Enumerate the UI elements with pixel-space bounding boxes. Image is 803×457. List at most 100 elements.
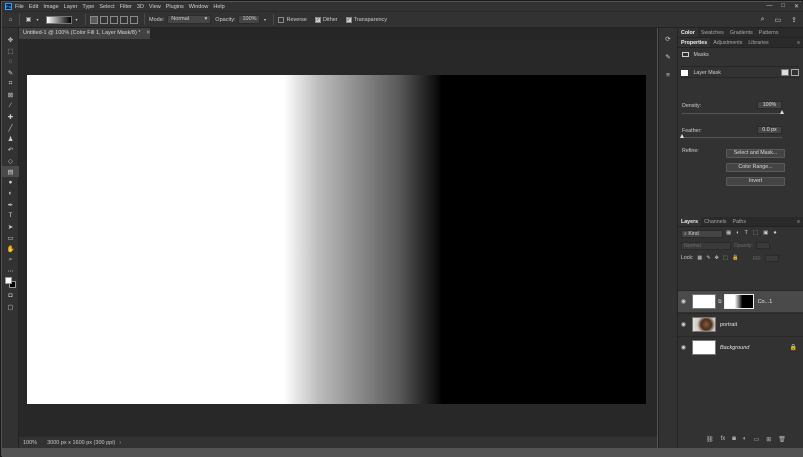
quick-select-tool-icon[interactable]: ✎ — [2, 67, 19, 78]
opacity-input[interactable]: 100% — [238, 15, 261, 24]
adjustment-filter-icon[interactable]: ◐ — [736, 230, 739, 236]
feather-slider-track[interactable] — [682, 137, 782, 138]
pixel-mask-button[interactable] — [781, 69, 789, 76]
clone-stamp-tool-icon[interactable]: ♟ — [2, 133, 19, 144]
blur-tool-icon[interactable]: ● — [2, 177, 19, 188]
menu-type[interactable]: Type — [82, 4, 94, 10]
diamond-gradient-button[interactable] — [130, 15, 138, 24]
pixel-filter-icon[interactable]: ▦ — [726, 230, 731, 236]
vector-mask-button[interactable] — [791, 69, 799, 76]
home-icon[interactable]: ⌂ — [6, 15, 15, 24]
visibility-eye-icon[interactable]: ◉ — [678, 344, 689, 351]
feather-input[interactable]: 0.0 px — [757, 126, 782, 134]
tab-libraries[interactable]: Libraries — [745, 38, 771, 47]
layer-row-color-fill[interactable]: ◉ ⧉ Co...1 — [678, 290, 803, 312]
tab-adjustments[interactable]: Adjustments — [710, 38, 745, 47]
lock-artboard-icon[interactable]: ⬚ — [723, 255, 728, 261]
layer-mask-thumbnail[interactable] — [723, 294, 754, 309]
minimize-icon[interactable]: — — [766, 3, 772, 10]
frame-tool-icon[interactable]: ⊠ — [2, 89, 19, 100]
pasteboard[interactable] — [19, 39, 657, 437]
color-range-button[interactable]: Color Range... — [726, 163, 785, 172]
tab-gradients[interactable]: Gradients — [727, 28, 756, 37]
density-input[interactable]: 100% — [757, 101, 782, 109]
layer-opacity-input[interactable] — [756, 242, 771, 249]
share-icon[interactable]: ⇪ — [791, 16, 797, 24]
portrait-thumbnail[interactable] — [692, 317, 716, 332]
tab-patterns[interactable]: Patterns — [756, 28, 782, 37]
foreground-color-swatch[interactable] — [5, 277, 12, 284]
new-layer-icon[interactable]: ⊞ — [766, 436, 771, 443]
feather-slider-knob[interactable] — [679, 134, 684, 138]
select-and-mask-button[interactable]: Select and Mask... — [726, 149, 785, 158]
history-brush-tool-icon[interactable]: ↶ — [2, 144, 19, 155]
panel-menu-icon[interactable]: ≡ — [797, 217, 803, 226]
density-slider-track[interactable] — [682, 113, 782, 114]
add-mask-icon[interactable]: ◙ — [732, 436, 736, 443]
tab-paths[interactable]: Paths — [729, 217, 749, 226]
visibility-eye-icon[interactable]: ◉ — [678, 321, 689, 328]
chevron-down-icon[interactable]: ▾ — [72, 15, 81, 24]
new-adjustment-icon[interactable]: ◐ — [743, 436, 747, 443]
menu-3d[interactable]: 3D — [137, 4, 144, 10]
crop-tool-icon[interactable]: ⌗ — [2, 78, 19, 89]
dither-checkbox[interactable]: ✓ — [314, 16, 321, 23]
background-thumbnail[interactable] — [692, 340, 716, 355]
close-icon[interactable]: ✕ — [146, 30, 150, 36]
shape-filter-icon[interactable]: ⬚ — [753, 230, 758, 236]
link-layers-icon[interactable]: ⛓ — [706, 436, 714, 443]
history-panel-icon[interactable]: ⟳ — [659, 32, 677, 46]
pen-tool-icon[interactable]: ✒ — [2, 199, 19, 210]
reverse-checkbox[interactable] — [278, 16, 285, 23]
eyedropper-tool-icon[interactable]: ⁄ — [2, 100, 19, 111]
angle-gradient-button[interactable] — [110, 15, 118, 24]
menu-layer[interactable]: Layer — [64, 4, 78, 10]
mode-select[interactable]: Normal ▾ — [167, 15, 212, 24]
menu-plugins[interactable]: Plugins — [166, 4, 184, 10]
menu-image[interactable]: Image — [43, 4, 58, 10]
zoom-level[interactable]: 100% — [23, 440, 37, 446]
healing-brush-tool-icon[interactable]: ✚ — [2, 111, 19, 122]
lock-image-icon[interactable]: ✎ — [706, 255, 710, 261]
smart-object-filter-icon[interactable]: ▣ — [763, 230, 768, 236]
reflected-gradient-button[interactable] — [120, 15, 128, 24]
hand-tool-icon[interactable]: ✋ — [2, 243, 19, 254]
color-swatches[interactable] — [2, 276, 19, 290]
close-icon[interactable]: ✕ — [794, 3, 799, 10]
tab-properties[interactable]: Properties — [678, 38, 711, 47]
type-filter-icon[interactable]: T — [745, 230, 748, 236]
menu-edit[interactable]: Edit — [29, 4, 38, 10]
delete-layer-icon[interactable]: 🗑 — [778, 436, 786, 443]
lock-all-icon[interactable]: 🔒 — [732, 255, 738, 261]
chevron-down-icon[interactable]: ▾ — [33, 15, 42, 24]
visibility-eye-icon[interactable]: ◉ — [678, 298, 689, 305]
dodge-tool-icon[interactable]: ◐ — [2, 188, 19, 199]
adjustments-panel-icon[interactable]: ≡ — [659, 68, 677, 82]
density-slider-knob[interactable] — [779, 110, 784, 114]
menu-file[interactable]: File — [15, 4, 24, 10]
radial-gradient-button[interactable] — [100, 15, 108, 24]
panel-menu-icon[interactable]: ≡ — [797, 38, 803, 47]
menu-help[interactable]: Help — [213, 4, 224, 10]
brush-settings-icon[interactable]: ✎ — [659, 50, 677, 64]
gradient-tool-icon[interactable]: ▤ — [2, 166, 19, 177]
tab-swatches[interactable]: Swatches — [698, 28, 727, 37]
screen-mode-icon[interactable]: ▢ — [2, 301, 19, 312]
lock-position-icon[interactable]: ✥ — [715, 255, 719, 261]
brush-tool-icon[interactable]: ╱ — [2, 122, 19, 133]
gradient-picker[interactable] — [46, 15, 72, 24]
layer-filter-select[interactable]: ⌕ Kind — [681, 230, 723, 238]
path-selection-tool-icon[interactable]: ➤ — [2, 221, 19, 232]
filter-toggle-icon[interactable]: ● — [773, 230, 776, 236]
type-tool-icon[interactable]: T — [2, 210, 19, 221]
menu-window[interactable]: Window — [189, 4, 209, 10]
more-tools-icon[interactable]: ⋯ — [2, 265, 19, 276]
tab-layers[interactable]: Layers — [678, 217, 702, 226]
layer-row-background[interactable]: ◉ Background 🔒 — [678, 336, 803, 358]
marquee-tool-icon[interactable]: ⬚ — [2, 45, 19, 56]
transparency-checkbox[interactable]: ✓ — [345, 16, 352, 23]
eraser-tool-icon[interactable]: ◇ — [2, 155, 19, 166]
status-menu-arrow[interactable]: › — [119, 440, 121, 446]
search-icon[interactable]: ⌕ — [761, 16, 765, 24]
lock-icon[interactable]: 🔒 — [790, 344, 797, 351]
